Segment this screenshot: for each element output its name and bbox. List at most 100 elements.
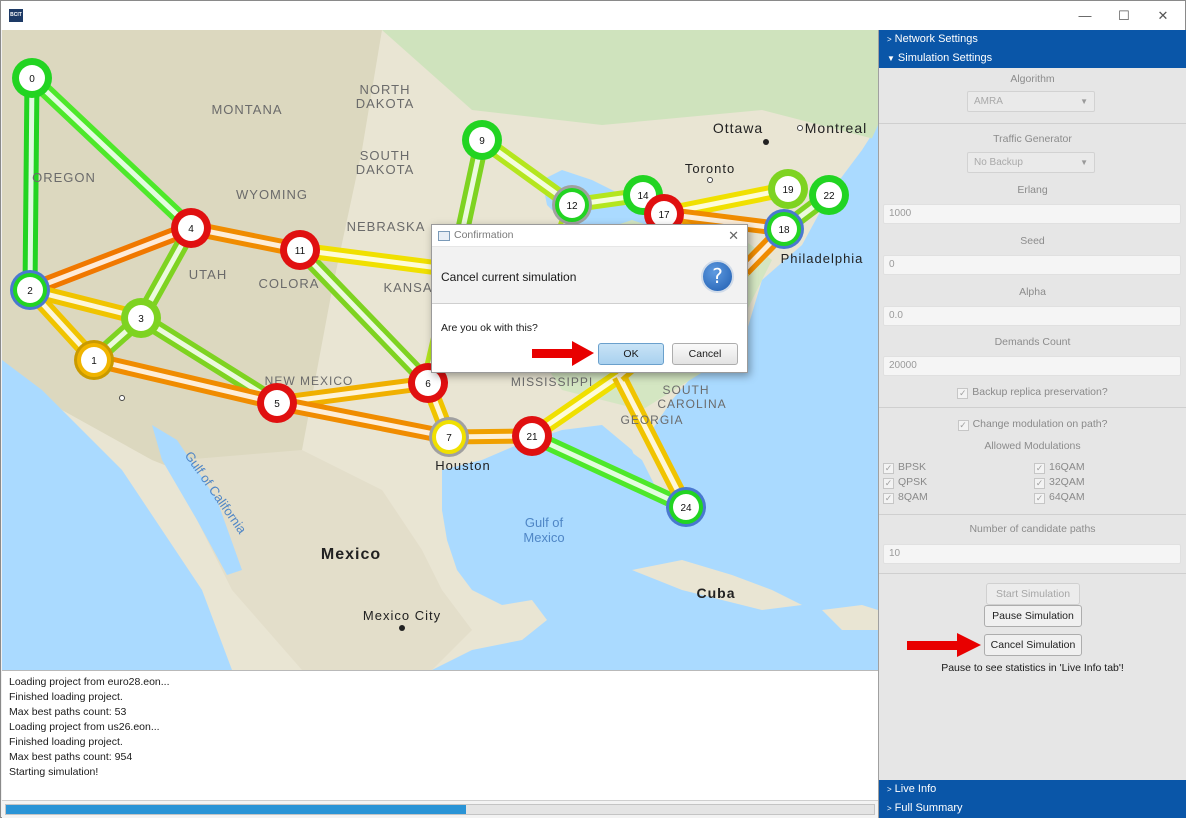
toronto-marker [707, 177, 713, 183]
erlang-field[interactable]: 1000 [883, 204, 1181, 224]
network-node[interactable]: 0 [12, 58, 52, 98]
chevron-right-icon: > [887, 785, 892, 794]
node-label: 12 [566, 201, 578, 212]
map-place-label: OREGON [32, 170, 96, 185]
network-node[interactable]: 18 [764, 209, 804, 249]
checkmark-icon: ✓ [883, 493, 894, 504]
dropdown-caret-icon: ▼ [1080, 97, 1088, 106]
network-node[interactable]: 11 [280, 230, 320, 270]
modulation-label: 32QAM [1049, 476, 1085, 488]
node-label: 2 [27, 286, 33, 297]
network-node[interactable]: 4 [171, 208, 211, 248]
network-node[interactable]: 12 [552, 185, 592, 225]
accordion-label: Network Settings [894, 33, 978, 45]
dialog-header-text: Cancel current simulation [441, 270, 577, 284]
network-node[interactable]: 24 [666, 487, 706, 527]
checkmark-icon: ✓ [1034, 478, 1045, 489]
network-node[interactable]: 1 [74, 340, 114, 380]
modulation-label: QPSK [898, 476, 928, 488]
node-label: 4 [188, 224, 194, 235]
dialog-title: Confirmation [454, 229, 514, 241]
node-label: 6 [425, 379, 431, 390]
network-node[interactable]: 22 [809, 175, 849, 215]
log-line: Starting simulation! [9, 766, 99, 778]
montreal-marker [797, 125, 803, 131]
san-diego-marker [119, 395, 125, 401]
log-line: Finished loading project. [9, 736, 123, 748]
network-node[interactable]: 7 [429, 417, 469, 457]
change-modulation-label: Change modulation on path? [972, 418, 1108, 430]
accordion-live-info[interactable]: > Live Info [879, 780, 1186, 799]
title-bar: BCIT — ☐ ✕ [1, 1, 1185, 30]
accordion-simulation-settings[interactable]: ▼ Simulation Settings [879, 49, 1186, 68]
seed-label: Seed [1020, 235, 1045, 247]
accordion-label: Full Summary [894, 802, 963, 814]
modulation-label: BPSK [898, 461, 927, 473]
network-node[interactable]: 2 [10, 270, 50, 310]
candidate-paths-field[interactable]: 10 [883, 544, 1181, 564]
network-node[interactable]: 9 [462, 120, 502, 160]
node-label: 0 [29, 74, 35, 85]
map-place-label: Cuba [697, 585, 736, 601]
modulation-32qam-checkbox[interactable]: ✓ 32QAM [1034, 476, 1085, 489]
node-label: 14 [637, 191, 649, 202]
modulation-8qam-checkbox[interactable]: ✓ 8QAM [883, 491, 928, 504]
alpha-field[interactable]: 0.0 [883, 306, 1181, 326]
network-node[interactable]: 21 [512, 416, 552, 456]
map-place-label: KANSA [383, 280, 432, 295]
confirmation-dialog: Confirmation ✕ Cancel current simulation… [431, 224, 748, 373]
traffic-generator-value: No Backup [974, 157, 1023, 168]
node-label: 3 [138, 314, 144, 325]
checkmark-icon: ✓ [957, 420, 969, 431]
seed-field[interactable]: 0 [883, 255, 1181, 275]
map-place-label: Ottawa [713, 120, 763, 136]
red-arrow-icon [532, 341, 594, 366]
map-place-label: NEBRASKA [347, 219, 426, 234]
map-place-label: Mexico [321, 546, 381, 563]
pause-simulation-button[interactable]: Pause Simulation [984, 605, 1082, 627]
minimize-button[interactable]: — [1065, 1, 1105, 30]
modulation-qpsk-checkbox[interactable]: ✓ QPSK [883, 476, 927, 489]
accordion-full-summary[interactable]: > Full Summary [879, 799, 1186, 818]
map-place-label: Montreal [805, 120, 867, 136]
algorithm-select[interactable]: AMRA ▼ [967, 91, 1095, 112]
dialog-close-button[interactable]: ✕ [728, 225, 739, 246]
node-label: 7 [446, 433, 452, 444]
divider [879, 573, 1186, 574]
network-node[interactable]: 3 [121, 298, 161, 338]
demands-count-field[interactable]: 20000 [883, 356, 1181, 376]
divider [879, 514, 1186, 515]
map-place-label: Houston [435, 458, 490, 473]
modulation-bpsk-checkbox[interactable]: ✓ BPSK [883, 461, 926, 474]
change-modulation-checkbox[interactable]: ✓ Change modulation on path? [879, 418, 1186, 431]
traffic-generator-select[interactable]: No Backup ▼ [967, 152, 1095, 173]
ok-button[interactable]: OK [598, 343, 664, 365]
modulation-16qam-checkbox[interactable]: ✓ 16QAM [1034, 461, 1085, 474]
network-node[interactable]: 5 [257, 383, 297, 423]
node-label: 1 [91, 356, 97, 367]
map-place-label: MISSISSIPPI [511, 375, 593, 389]
map-place-label: NORTH [360, 82, 411, 97]
cancel-button[interactable]: Cancel [672, 343, 738, 365]
node-label: 18 [778, 225, 790, 236]
accordion-label: Live Info [894, 783, 937, 795]
modulation-64qam-checkbox[interactable]: ✓ 64QAM [1034, 491, 1085, 504]
node-label: 17 [658, 210, 670, 221]
backup-replica-label: Backup replica preservation? [972, 386, 1108, 398]
app-window: BCIT — ☐ ✕ NORTH DAKOTA MONTANA SOUTH DA… [0, 0, 1186, 818]
maximize-button[interactable]: ☐ [1104, 1, 1144, 30]
progress-bar [5, 804, 875, 815]
accordion-label: Simulation Settings [897, 52, 993, 64]
app-logo-icon: BCIT [9, 9, 23, 22]
cancel-simulation-button[interactable]: Cancel Simulation [984, 634, 1082, 656]
dialog-header: Cancel current simulation ? [432, 246, 747, 304]
accordion-network-settings[interactable]: > Network Settings [879, 30, 1186, 49]
node-label: 19 [782, 185, 794, 196]
simulation-settings-panel: Algorithm AMRA ▼ Traffic Generator No Bac… [879, 68, 1186, 780]
network-node[interactable]: 19 [768, 169, 808, 209]
chevron-down-icon: ▼ [887, 54, 895, 63]
start-simulation-button[interactable]: Start Simulation [986, 583, 1080, 605]
close-window-button[interactable]: ✕ [1143, 1, 1183, 30]
backup-replica-checkbox[interactable]: ✓ Backup replica preservation? [879, 386, 1186, 399]
alpha-label: Alpha [1019, 286, 1046, 298]
